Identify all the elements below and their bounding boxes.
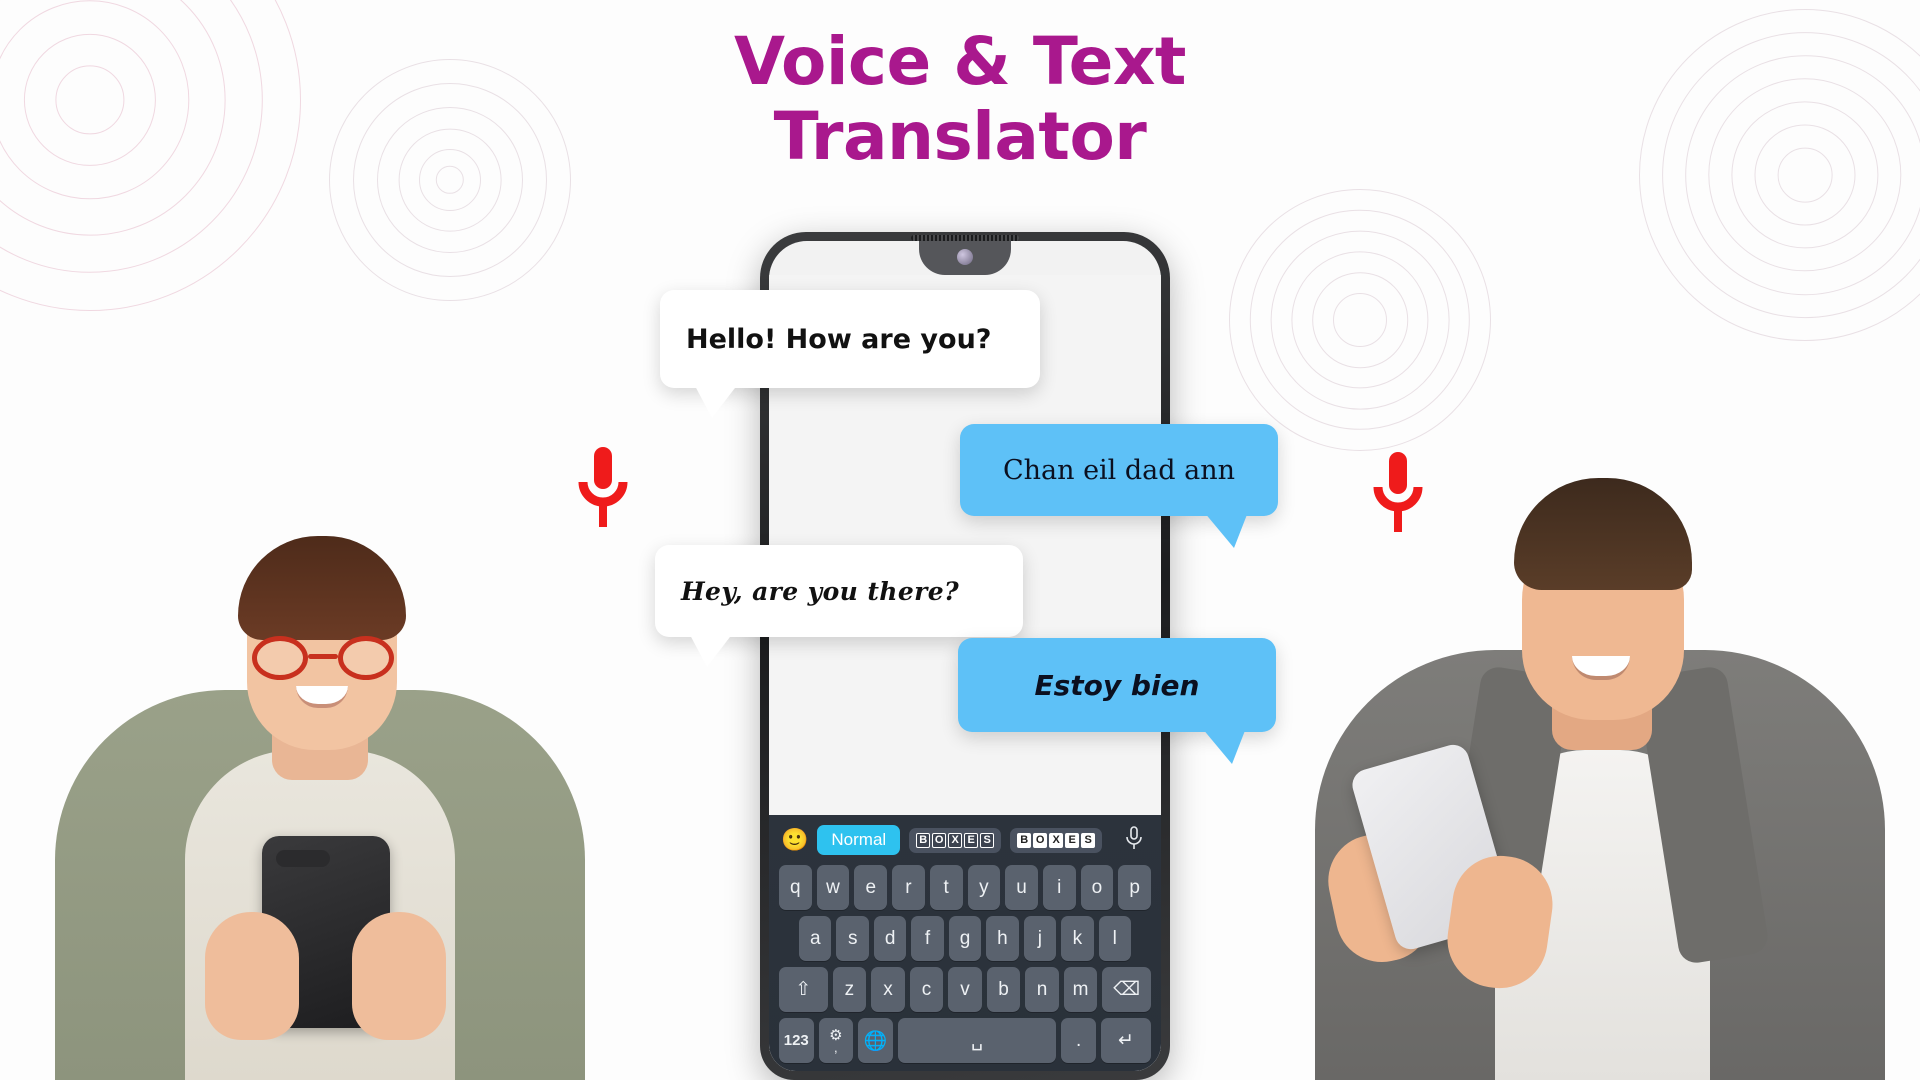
- speech-bubble-text: Chan eil dad ann: [1002, 454, 1236, 486]
- right-hand: [352, 912, 446, 1040]
- earpiece-speaker: [911, 235, 1019, 241]
- bubble-tail: [1204, 512, 1248, 548]
- box-letter: S: [1081, 832, 1096, 848]
- key-b[interactable]: b: [986, 967, 1021, 1012]
- emoji-icon[interactable]: 🙂: [781, 829, 808, 851]
- box-letter: B: [916, 832, 931, 848]
- key-m[interactable]: m: [1063, 967, 1098, 1012]
- key-p[interactable]: p: [1118, 865, 1152, 910]
- voice-input-microphone-icon[interactable]: [1125, 825, 1143, 855]
- microphone-icon-right[interactable]: [1370, 450, 1426, 541]
- waterdrop-notch: [919, 241, 1011, 275]
- key-o[interactable]: o: [1080, 865, 1114, 910]
- globe-language-key[interactable]: 🌐: [858, 1018, 893, 1063]
- key-z[interactable]: z: [832, 967, 867, 1012]
- title-line-1: Voice & Text: [734, 23, 1186, 100]
- space-key[interactable]: ␣: [897, 1018, 1057, 1063]
- speech-bubble-text: Hey, are you there?: [681, 576, 960, 606]
- box-letter: O: [932, 832, 947, 848]
- key-i[interactable]: i: [1042, 865, 1076, 910]
- key-e[interactable]: e: [854, 865, 888, 910]
- key-l[interactable]: l: [1098, 916, 1131, 961]
- title-line-2: Translator: [773, 98, 1147, 176]
- speech-bubble-outgoing-1: Hello! How are you?: [660, 290, 1040, 418]
- speech-bubble-incoming-1: Chan eil dad ann: [960, 424, 1278, 548]
- key-a[interactable]: a: [799, 916, 832, 961]
- key-h[interactable]: h: [986, 916, 1019, 961]
- key-k[interactable]: k: [1061, 916, 1094, 961]
- backspace-key[interactable]: ⌫: [1102, 967, 1151, 1012]
- bubble-tail: [1202, 728, 1246, 764]
- keyboard-row-1: q w e r t y u i o p: [775, 865, 1155, 910]
- key-t[interactable]: t: [929, 865, 963, 910]
- page-title: Voice & Text Translator: [0, 23, 1920, 176]
- bubble-tail: [689, 633, 733, 667]
- key-f[interactable]: f: [911, 916, 944, 961]
- key-g[interactable]: g: [948, 916, 982, 961]
- red-glasses-icon: [252, 636, 394, 680]
- microphone-icon-left[interactable]: [575, 445, 631, 536]
- poster-canvas: Voice & Text Translator 🙂 Normal B O X E…: [0, 0, 1920, 1080]
- left-hand: [205, 912, 299, 1040]
- keyboard-toolbar: 🙂 Normal B O X E S B O X E S: [775, 821, 1155, 859]
- key-d[interactable]: d: [873, 916, 907, 961]
- hair-top: [238, 536, 406, 640]
- box-letter: X: [948, 832, 963, 848]
- enter-key[interactable]: ↵: [1100, 1018, 1152, 1063]
- key-x[interactable]: x: [871, 967, 905, 1012]
- box-letter: S: [980, 832, 995, 848]
- comma-label: ,: [833, 1039, 838, 1055]
- boxes-style-light-button[interactable]: B O X E S: [1010, 827, 1103, 853]
- key-y[interactable]: y: [967, 865, 1001, 910]
- key-v[interactable]: v: [948, 967, 982, 1012]
- period-key[interactable]: .: [1061, 1018, 1096, 1063]
- key-j[interactable]: j: [1023, 916, 1057, 961]
- key-w[interactable]: w: [816, 865, 850, 910]
- speech-bubble-incoming-2: Estoy bien: [958, 638, 1276, 764]
- woman-with-phone: [0, 250, 640, 1080]
- bubble-tail: [694, 384, 738, 418]
- hair: [1514, 478, 1692, 590]
- numeric-key[interactable]: 123: [779, 1018, 814, 1063]
- box-letter: O: [1033, 832, 1048, 848]
- keyboard-row-3: ⇧ z x c v b n m ⌫: [775, 967, 1155, 1012]
- shift-key[interactable]: ⇧: [779, 967, 828, 1012]
- man-with-phone: [1280, 250, 1920, 1080]
- speech-bubble-outgoing-2: Hey, are you there?: [655, 545, 1023, 667]
- boxes-style-dark-button[interactable]: B O X E S: [909, 827, 1002, 853]
- box-letter: X: [1049, 832, 1064, 848]
- keyboard-row-2: a s d f g h j k l: [775, 916, 1155, 961]
- box-letter: B: [1017, 832, 1032, 848]
- box-letter: E: [1065, 832, 1080, 848]
- key-u[interactable]: u: [1005, 865, 1038, 910]
- key-c[interactable]: c: [909, 967, 944, 1012]
- normal-mode-button[interactable]: Normal: [817, 825, 901, 855]
- speech-bubble-text: Hello! How are you?: [686, 323, 992, 355]
- box-letter: E: [964, 832, 979, 848]
- settings-comma-key[interactable]: ⚙ ,: [818, 1018, 854, 1063]
- keyboard-row-4: 123 ⚙ , 🌐 ␣ . ↵: [775, 1018, 1155, 1063]
- on-screen-keyboard: 🙂 Normal B O X E S B O X E S q w e r t y…: [769, 815, 1161, 1071]
- key-q[interactable]: q: [778, 865, 812, 910]
- key-r[interactable]: r: [892, 865, 925, 910]
- speech-bubble-text: Estoy bien: [1034, 668, 1200, 702]
- key-n[interactable]: n: [1025, 967, 1059, 1012]
- key-s[interactable]: s: [836, 916, 869, 961]
